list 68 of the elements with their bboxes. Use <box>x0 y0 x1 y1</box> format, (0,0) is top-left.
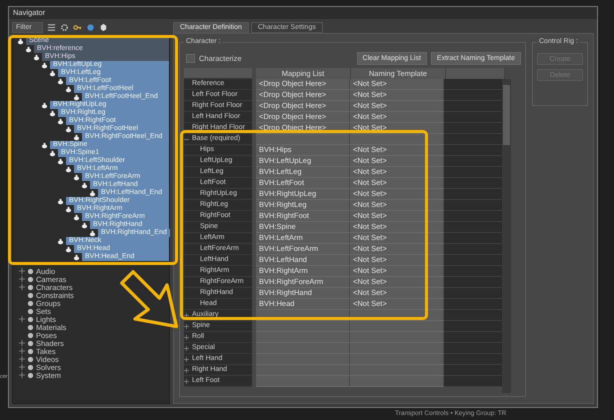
table-cell <box>444 167 502 178</box>
characterize-checkbox[interactable] <box>186 54 195 62</box>
table-cell[interactable] <box>256 376 350 387</box>
expand-icon[interactable] <box>19 316 25 322</box>
table-cell <box>444 112 502 123</box>
table-cell[interactable] <box>256 134 350 145</box>
expand-icon[interactable] <box>19 340 25 346</box>
table-cell <box>444 145 502 156</box>
expand-icon[interactable] <box>19 348 25 354</box>
table-cell <box>444 266 502 277</box>
table-cell <box>444 200 502 211</box>
table-cell <box>444 233 502 244</box>
list-icon[interactable] <box>46 22 56 32</box>
table-cell[interactable] <box>256 354 350 365</box>
scrollbar-thumb[interactable] <box>503 85 510 145</box>
table-cell <box>444 90 502 101</box>
table-cell[interactable] <box>350 332 444 343</box>
expand-icon[interactable] <box>19 356 25 362</box>
table-cell[interactable] <box>350 343 444 354</box>
scrollbar[interactable] <box>502 79 511 393</box>
table-cell <box>444 354 502 365</box>
table-cell <box>444 244 502 255</box>
table-cell <box>444 178 502 189</box>
table-cell <box>444 79 502 90</box>
expand-icon[interactable] <box>19 284 25 290</box>
table-cell <box>444 123 502 134</box>
cube-icon[interactable] <box>98 22 108 32</box>
expand-icon[interactable] <box>19 364 25 370</box>
expand-icon[interactable] <box>19 268 25 274</box>
table-cell[interactable] <box>350 134 444 145</box>
table-cell <box>444 343 502 354</box>
table-cell[interactable] <box>350 321 444 332</box>
table-cell <box>444 288 502 299</box>
expand-icon[interactable] <box>19 372 25 378</box>
expander-icon[interactable] <box>184 368 189 372</box>
table-cell <box>444 332 502 343</box>
table-cell[interactable] <box>256 365 350 376</box>
table-cell <box>444 189 502 200</box>
table-cell <box>444 156 502 167</box>
expander-icon[interactable] <box>184 356 189 362</box>
gear-icon[interactable] <box>60 22 69 32</box>
table-cell <box>444 277 502 288</box>
table-cell[interactable] <box>256 343 350 354</box>
header-cell <box>184 68 252 79</box>
key-icon[interactable] <box>72 22 82 32</box>
table-cell <box>444 321 502 332</box>
expander-icon[interactable] <box>184 334 189 340</box>
table-cell[interactable] <box>350 365 444 376</box>
table-cell <box>444 134 502 145</box>
table-cell[interactable] <box>256 332 350 343</box>
expander-icon[interactable] <box>184 346 189 350</box>
table-cell <box>444 101 502 112</box>
table-cell[interactable] <box>256 321 350 332</box>
table-cell <box>444 211 502 222</box>
sphere-icon[interactable] <box>86 22 95 32</box>
table-cell <box>444 222 502 233</box>
expander-icon[interactable] <box>184 312 189 318</box>
table-cell <box>444 310 502 321</box>
table-cell[interactable] <box>350 354 444 365</box>
expander-icon[interactable] <box>184 324 189 328</box>
expander-icon[interactable] <box>184 378 189 384</box>
table-cell <box>444 365 502 376</box>
expand-icon[interactable] <box>19 276 25 282</box>
table-cell <box>444 376 502 387</box>
table-cell <box>444 299 502 310</box>
table-cell <box>444 255 502 266</box>
table-cell[interactable] <box>350 376 444 387</box>
header-cell <box>446 68 505 79</box>
